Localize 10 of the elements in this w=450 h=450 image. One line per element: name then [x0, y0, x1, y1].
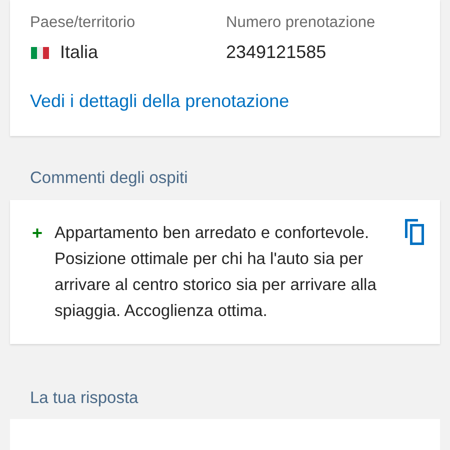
comment-text: Appartamento ben arredato e confortevole. Posizione ottimale per chi ha l'auto sia per arrivare al centro storico sia per arrivare alla spiaggia. Accoglienza ottima.: [54, 223, 378, 322]
details-link[interactable]: Vedi i dettagli della prenotazione: [30, 91, 290, 112]
country-value: Italia: [60, 42, 98, 63]
section-title: La tua risposta: [30, 389, 138, 407]
field-label: Paese/territorio: [30, 14, 136, 32]
section-title: Commenti degli ospiti: [30, 169, 188, 187]
field-label: Numero prenotazione: [226, 14, 376, 32]
booking-number: 2349121585: [226, 42, 328, 63]
flag-icon: [30, 46, 50, 58]
plus-sign: +: [32, 222, 43, 245]
